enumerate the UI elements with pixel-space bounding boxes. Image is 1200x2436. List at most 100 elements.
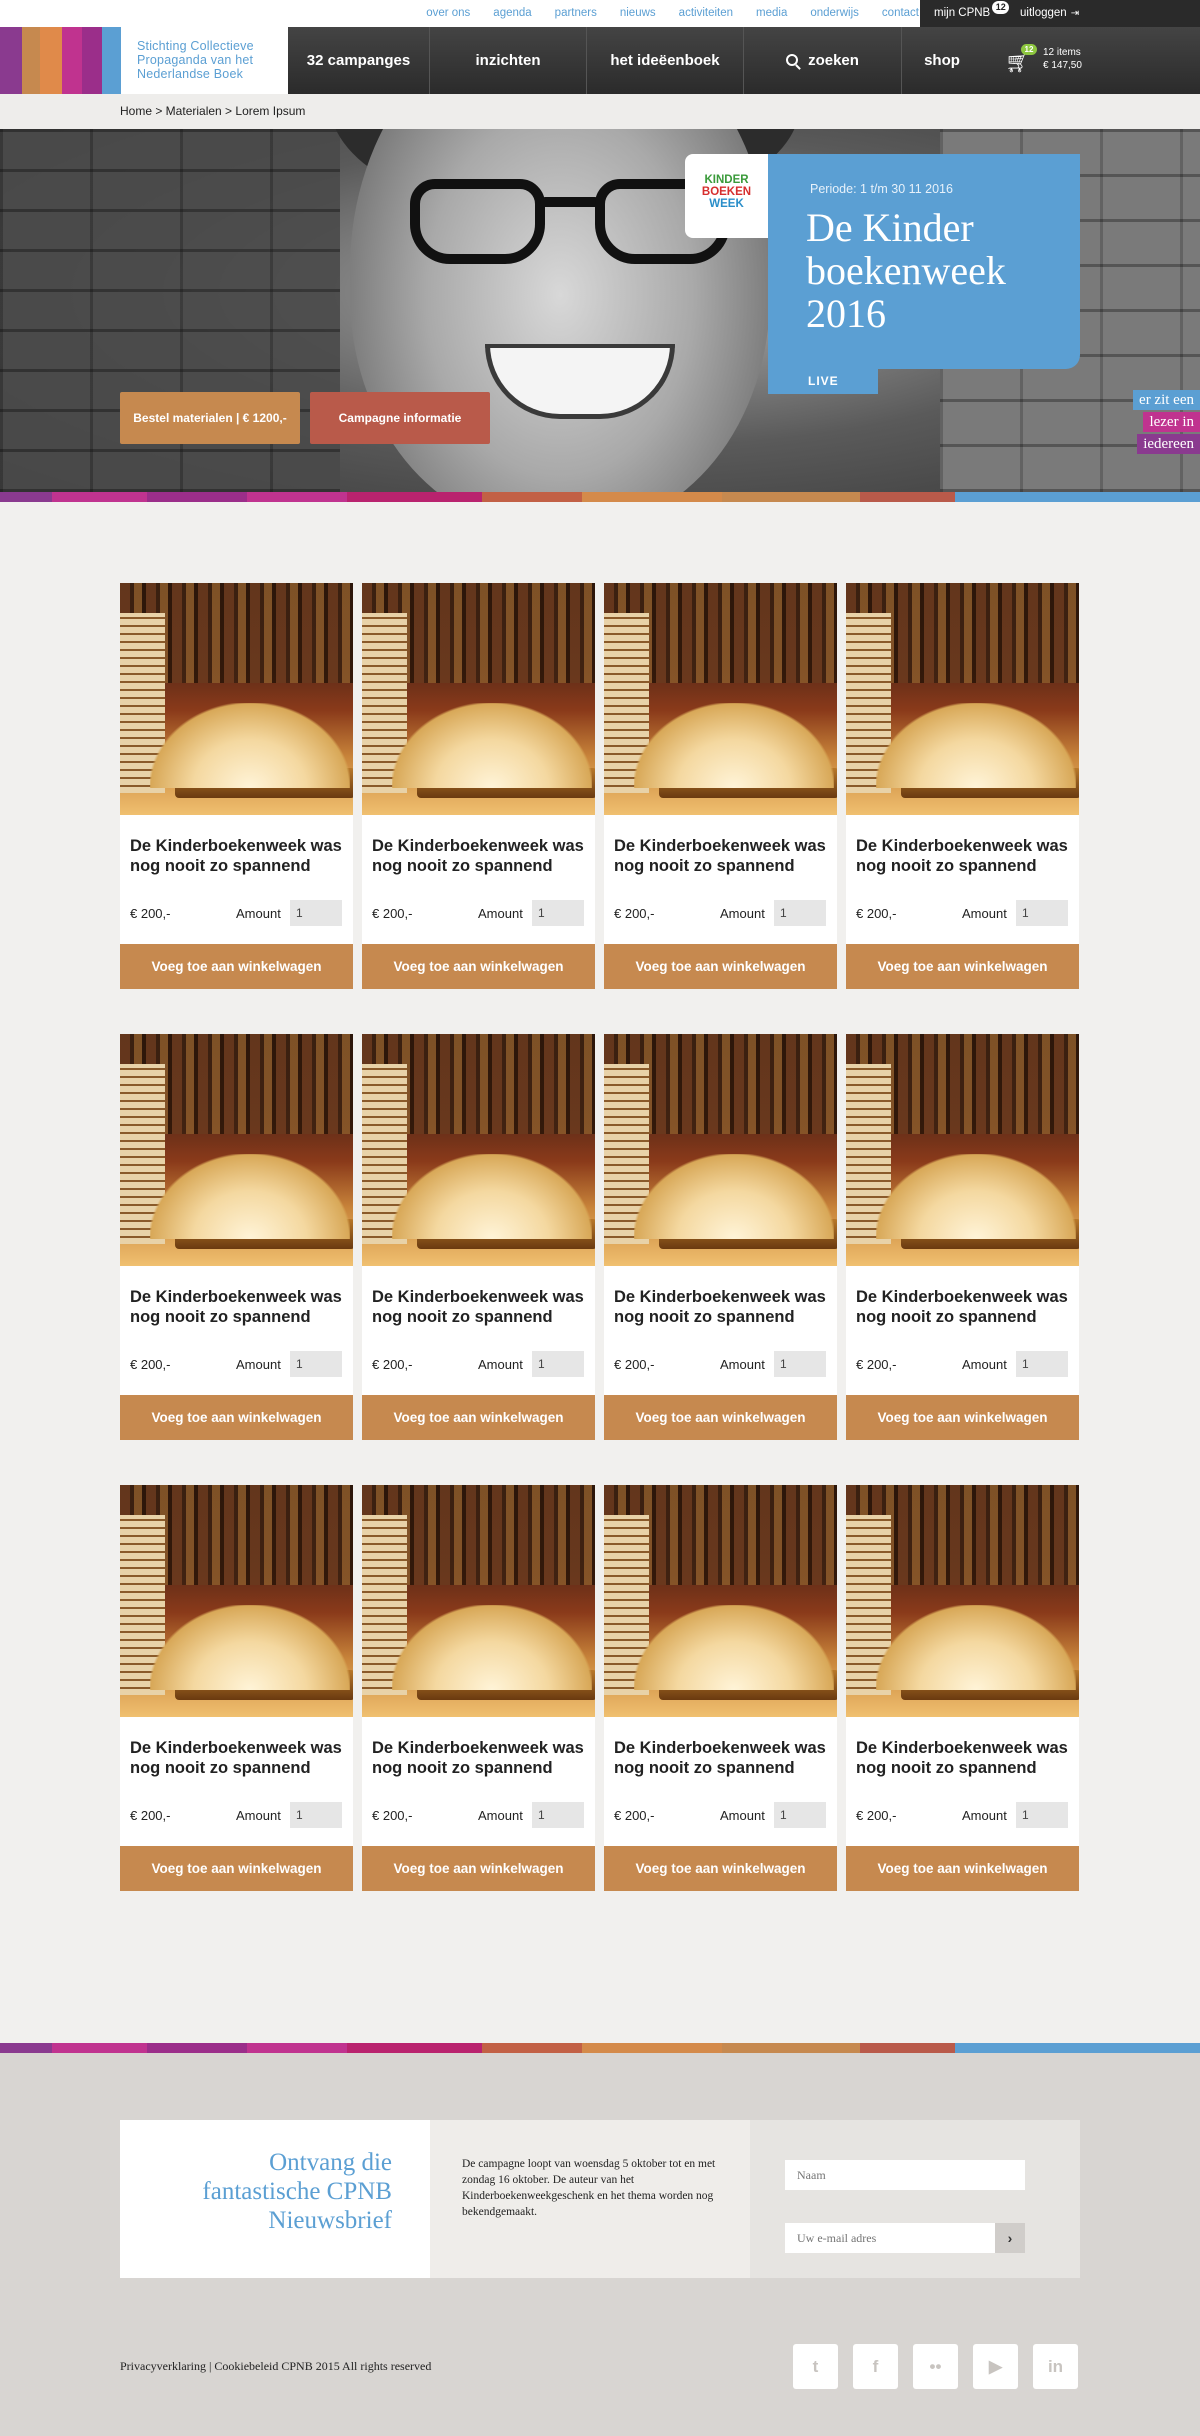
notification-badge: 12 [992,1,1010,14]
add-to-cart-button[interactable]: Voeg toe aan winkelwagen [362,1846,595,1891]
product-price: € 200,- [614,1808,655,1823]
top-link[interactable]: activiteiten [679,0,733,27]
email-field[interactable] [785,2223,995,2253]
search-icon [786,54,799,66]
top-link[interactable]: partners [555,0,597,27]
newsletter-text: De campagne loopt van woensdag 5 oktober… [462,2158,716,2218]
product-card: De Kinderboekenweek was nog nooit zo spa… [846,583,1079,989]
product-image[interactable] [362,1485,595,1717]
product-title[interactable]: De Kinderboekenweek was nog nooit zo spa… [856,836,1071,876]
color-segment [347,2043,482,2053]
add-to-cart-button[interactable]: Voeg toe aan winkelwagen [846,1846,1079,1891]
cart-summary[interactable]: 🛒︎ 12 12 items € 147,50 [1005,44,1095,80]
add-to-cart-button[interactable]: Voeg toe aan winkelwagen [120,1395,353,1440]
amount-input[interactable] [774,900,826,926]
product-title[interactable]: De Kinderboekenweek was nog nooit zo spa… [130,1287,345,1327]
product-title[interactable]: De Kinderboekenweek was nog nooit zo spa… [372,1738,587,1778]
amount-input[interactable] [290,900,342,926]
top-link[interactable]: onderwijs [810,0,859,27]
amount-input[interactable] [532,1351,584,1377]
product-title[interactable]: De Kinderboekenweek was nog nooit zo spa… [614,836,829,876]
logo-word: KINDER [704,174,749,186]
nav-item-insights[interactable]: inzichten [430,27,587,94]
product-title[interactable]: De Kinderboekenweek was nog nooit zo spa… [614,1738,829,1778]
add-to-cart-button[interactable]: Voeg toe aan winkelwagen [846,1395,1079,1440]
color-segment [482,2043,582,2053]
breadcrumb[interactable]: Home > Materialen > Lorem Ipsum [0,94,1200,129]
campaign-info-button[interactable]: Campagne informatie [310,392,490,444]
account-bar: mijn CPNB 12 uitloggen ⇥ [920,0,1200,27]
add-to-cart-button[interactable]: Voeg toe aan winkelwagen [846,944,1079,989]
color-segment [955,2043,1200,2053]
amount-input[interactable] [290,1802,342,1828]
linkedin-icon[interactable]: in [1033,2344,1078,2389]
amount-input[interactable] [774,1351,826,1377]
slogan-line: er zit een [1133,390,1200,410]
cart-total: € 147,50 [1043,60,1082,71]
image-open-book [392,1605,592,1690]
product-title[interactable]: De Kinderboekenweek was nog nooit zo spa… [372,1287,587,1327]
name-field[interactable] [785,2160,1025,2190]
product-title[interactable]: De Kinderboekenweek was nog nooit zo spa… [856,1287,1071,1327]
product-card: De Kinderboekenweek was nog nooit zo spa… [120,1485,353,1891]
top-link[interactable]: media [756,0,787,27]
add-to-cart-button[interactable]: Voeg toe aan winkelwagen [362,944,595,989]
product-image[interactable] [120,583,353,815]
add-to-cart-button[interactable]: Voeg toe aan winkelwagen [604,1395,837,1440]
product-image[interactable] [846,583,1079,815]
product-image[interactable] [120,1485,353,1717]
logo-stripes [0,27,118,94]
product-image[interactable] [604,583,837,815]
nav-item-ideas-book[interactable]: het ideëenboek [587,27,744,94]
logout-link[interactable]: uitloggen ⇥ [1020,0,1079,27]
product-image[interactable] [362,1034,595,1266]
amount-input[interactable] [532,1802,584,1828]
my-cpnb-link[interactable]: mijn CPNB 12 [934,0,1010,27]
submit-arrow-icon[interactable]: › [995,2223,1025,2253]
flickr-icon[interactable]: •• [913,2344,958,2389]
top-link[interactable]: over ons [426,0,470,27]
logout-label: uitloggen [1020,7,1067,19]
facebook-icon[interactable]: f [853,2344,898,2389]
amount-input[interactable] [290,1351,342,1377]
nav-item-campaigns[interactable]: 32 campanges [288,27,430,94]
add-to-cart-button[interactable]: Voeg toe aan winkelwagen [604,1846,837,1891]
top-link[interactable]: agenda [493,0,531,27]
newsletter-form: › [750,2120,1080,2278]
product-image[interactable] [362,583,595,815]
nav-item-shop[interactable]: shop [902,27,982,94]
add-to-cart-button[interactable]: Voeg toe aan winkelwagen [120,1846,353,1891]
amount-input[interactable] [532,900,584,926]
order-materials-button[interactable]: Bestel materialen | € 1200,- [120,392,300,444]
amount-input[interactable] [1016,900,1068,926]
legal-links[interactable]: Privacyverklaring | Cookiebeleid CPNB 20… [120,2359,431,2374]
product-image[interactable] [846,1485,1079,1717]
product-title[interactable]: De Kinderboekenweek was nog nooit zo spa… [856,1738,1071,1778]
nav-item-search[interactable]: zoeken [744,27,902,94]
product-title[interactable]: De Kinderboekenweek was nog nooit zo spa… [130,836,345,876]
amount-input[interactable] [1016,1802,1068,1828]
top-link[interactable]: contact [882,0,919,27]
top-link[interactable]: nieuws [620,0,656,27]
add-to-cart-button[interactable]: Voeg toe aan winkelwagen [120,944,353,989]
product-image[interactable] [604,1034,837,1266]
twitter-icon[interactable]: t [793,2344,838,2389]
amount-input[interactable] [774,1802,826,1828]
product-title[interactable]: De Kinderboekenweek was nog nooit zo spa… [372,836,587,876]
cpnb-logo[interactable]: Stichting Collectieve Propaganda van het… [118,27,288,94]
image-open-book [150,1154,350,1239]
product-title[interactable]: De Kinderboekenweek was nog nooit zo spa… [130,1738,345,1778]
add-to-cart-button[interactable]: Voeg toe aan winkelwagen [362,1395,595,1440]
product-image[interactable] [846,1034,1079,1266]
product-title[interactable]: De Kinderboekenweek was nog nooit zo spa… [614,1287,829,1327]
youtube-icon[interactable]: ▶ [973,2344,1018,2389]
color-segment [147,492,247,502]
nav-items: 32 campanges inzichten het ideëenboek zo… [288,27,982,94]
newsletter-heading-box: Ontvang die fantastische CPNB Nieuwsbrie… [120,2120,430,2278]
amount-input[interactable] [1016,1351,1068,1377]
product-image[interactable] [604,1485,837,1717]
image-open-book [876,703,1076,788]
campaign-box: Periode: 1 t/m 30 11 2016 De Kinder boek… [768,154,1080,369]
product-image[interactable] [120,1034,353,1266]
add-to-cart-button[interactable]: Voeg toe aan winkelwagen [604,944,837,989]
